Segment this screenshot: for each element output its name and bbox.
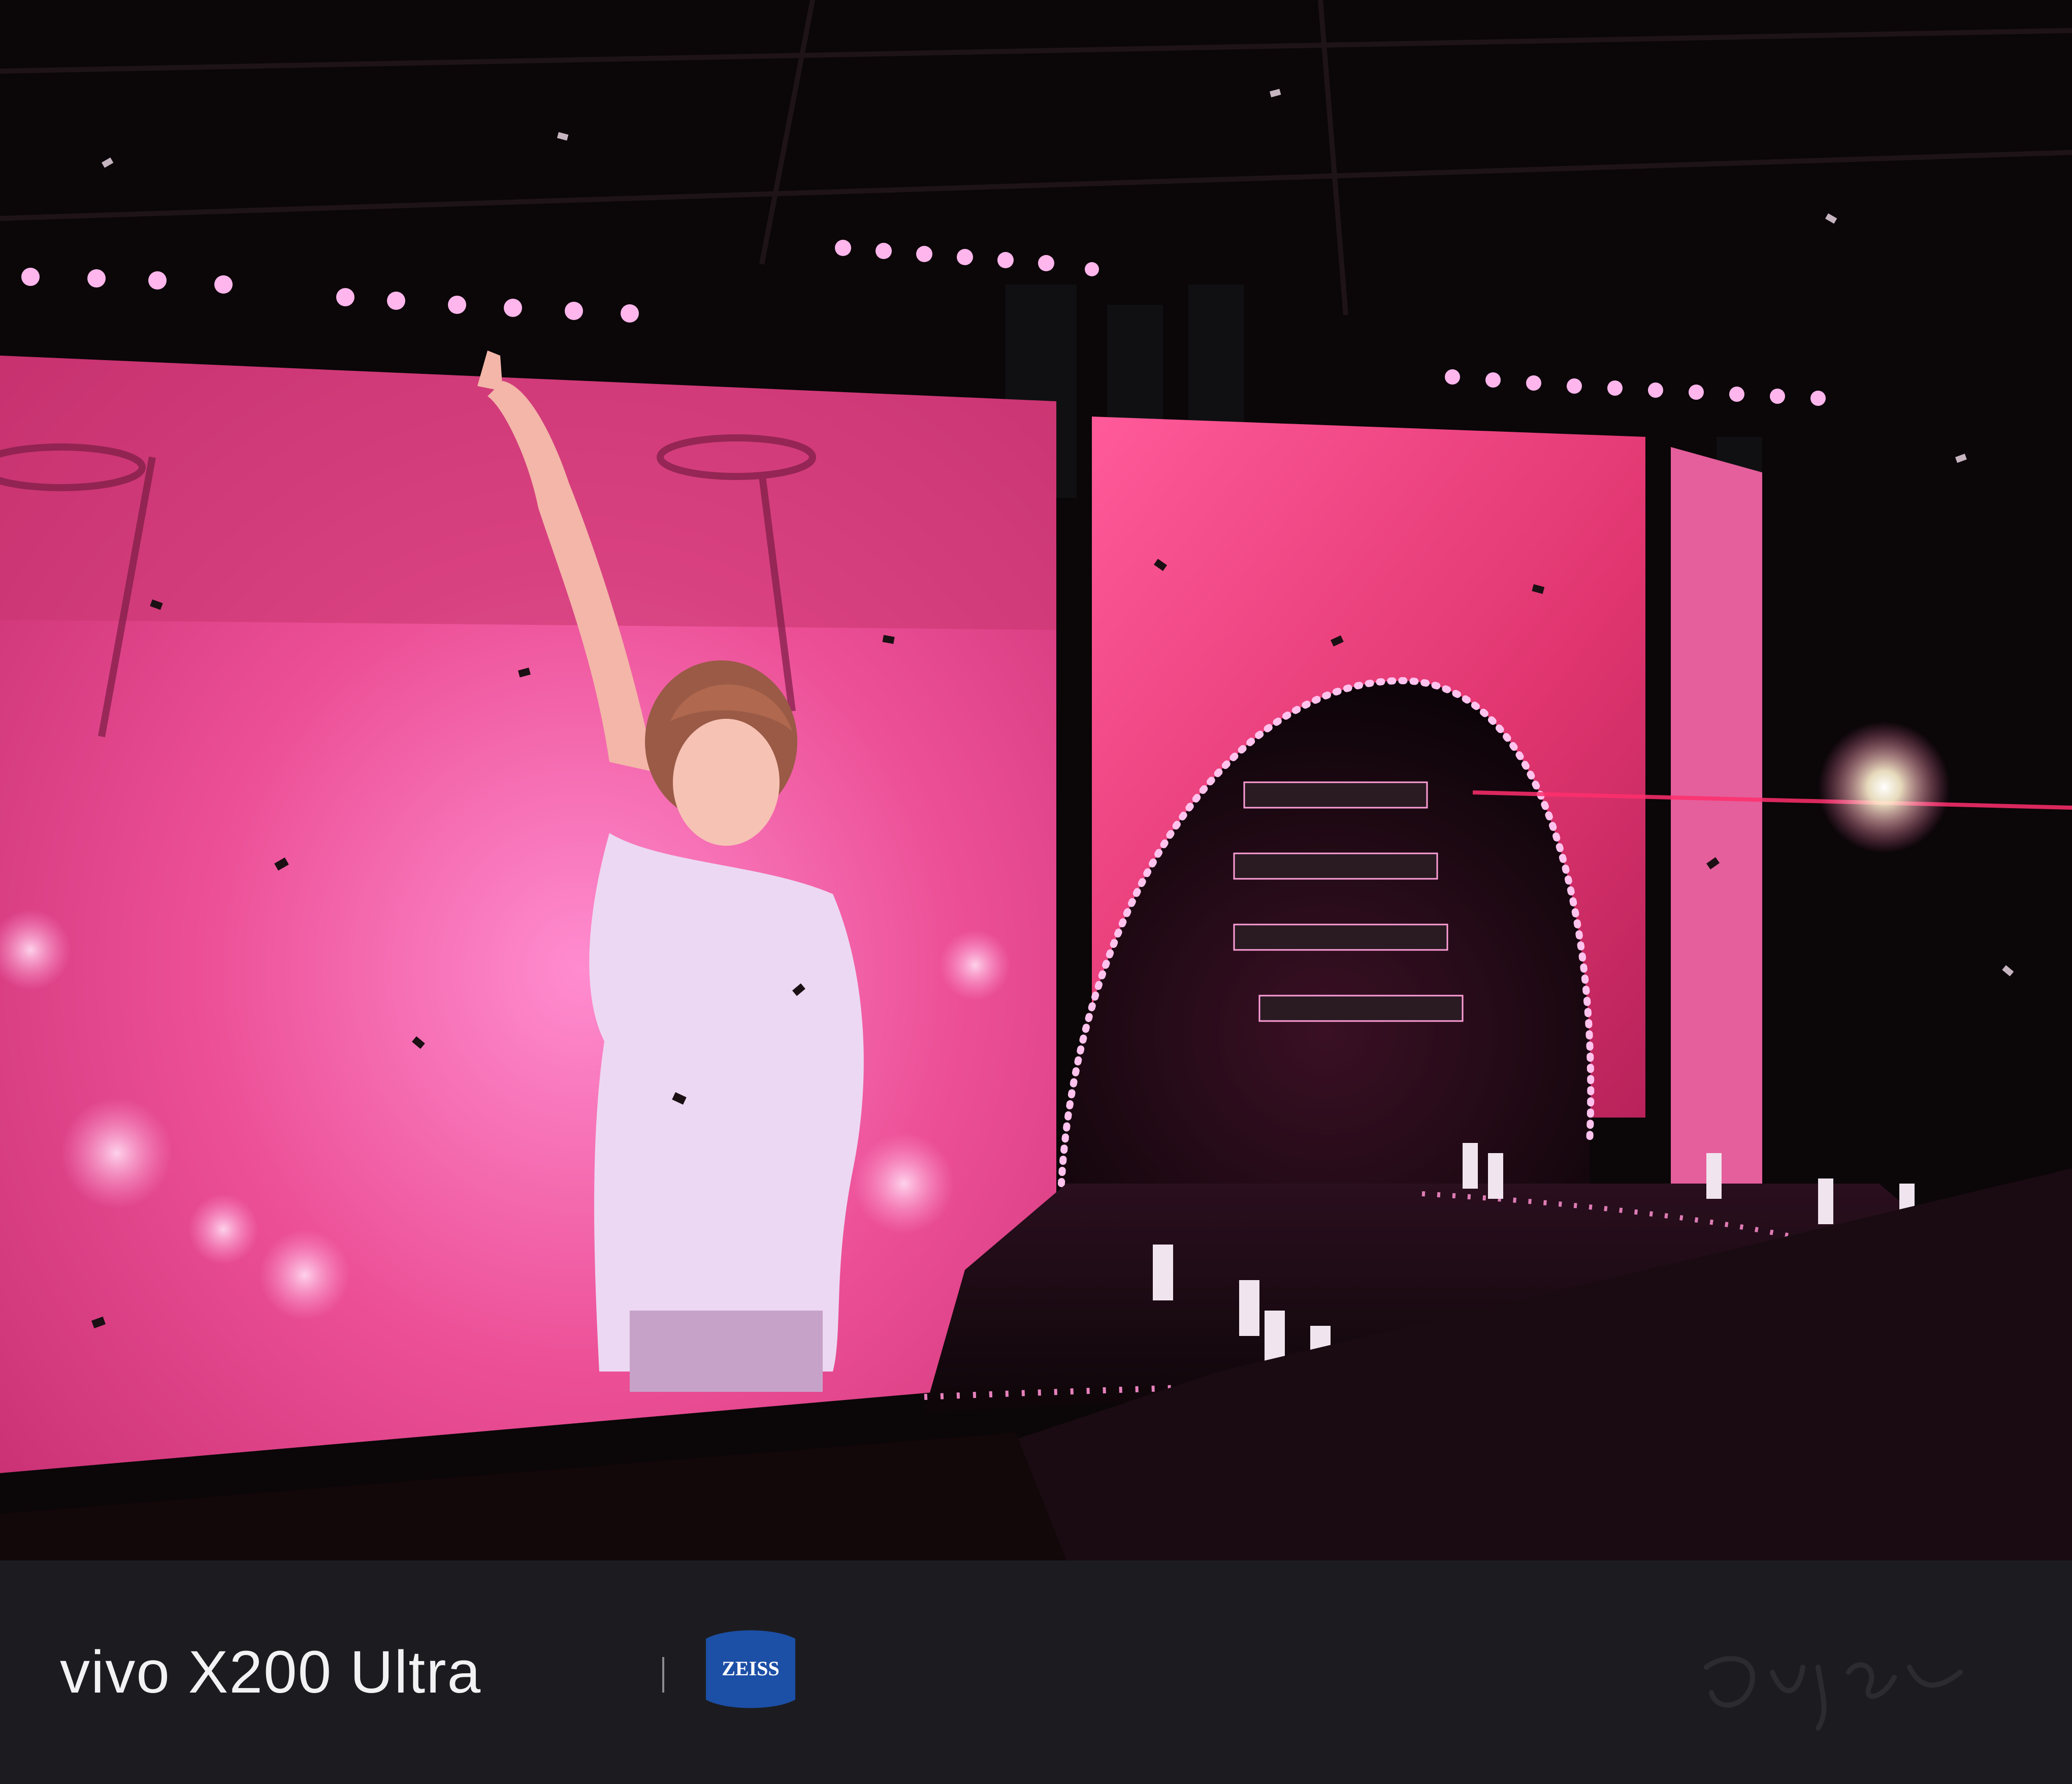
signature-mark bbox=[1704, 1656, 1963, 1731]
side-screen bbox=[1671, 447, 1762, 1219]
zeiss-logo-text: ZEISS bbox=[722, 1657, 779, 1680]
brand-divider bbox=[662, 1657, 664, 1693]
zeiss-logo: ZEISS bbox=[706, 1630, 795, 1708]
device-brand-label: vivo X200 Ultra bbox=[60, 1639, 482, 1706]
photo-frame: vivo X200 Ultra ZEISS bbox=[0, 0, 2072, 1784]
camera-watermark-bar: vivo X200 Ultra ZEISS bbox=[0, 1560, 2072, 1784]
main-video-screen bbox=[0, 351, 1056, 1473]
concert-photo bbox=[0, 0, 2072, 1560]
flare-light bbox=[1818, 721, 1950, 853]
